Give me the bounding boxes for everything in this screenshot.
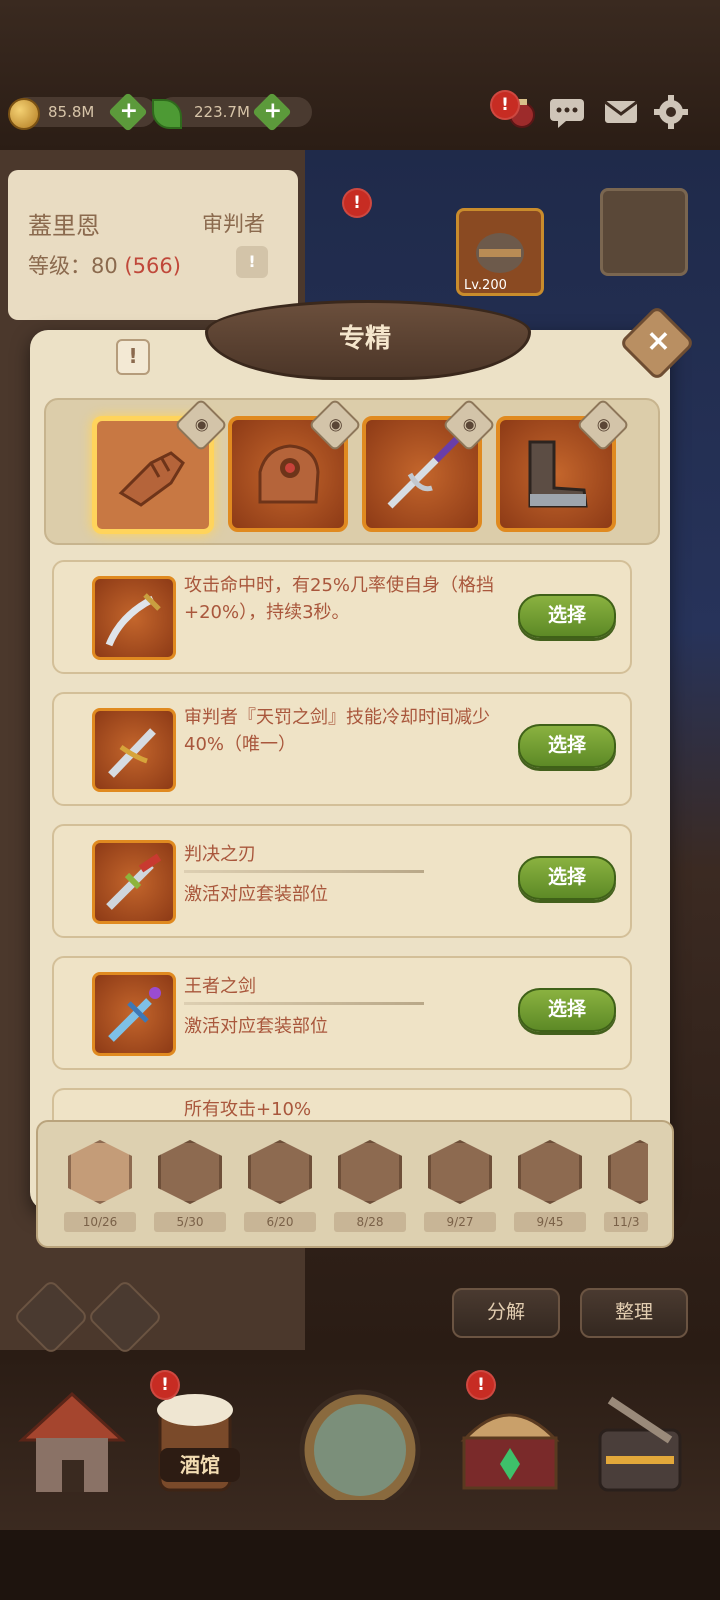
sword-icon xyxy=(68,1140,132,1204)
option-text-4: 王者之剑 xyxy=(184,976,256,997)
category-count-7: 11/3 xyxy=(604,1212,648,1232)
helmet-icon xyxy=(518,1140,582,1204)
system-bar xyxy=(0,1530,720,1600)
category-shield[interactable] xyxy=(338,1140,402,1206)
option-text-1: 攻击命中时，有25%几率使自身（格挡+20%），持续3秒。 xyxy=(184,575,495,623)
shield-icon xyxy=(338,1140,402,1204)
decompose-button[interactable]: 分解 xyxy=(452,1288,560,1338)
glove-icon xyxy=(258,444,320,504)
nav-forge[interactable] xyxy=(580,1380,700,1500)
divider-line xyxy=(184,1002,424,1005)
category-ring[interactable] xyxy=(608,1140,648,1206)
eye-icon: ◉ xyxy=(194,414,209,434)
eye-icon: ◉ xyxy=(596,414,611,434)
gold-coin-icon xyxy=(8,98,40,130)
category-dagger[interactable] xyxy=(248,1140,312,1206)
drumstick-icon xyxy=(158,1140,222,1204)
select-button-1[interactable]: 选择 xyxy=(518,594,616,638)
gold-value: 85.8M xyxy=(48,103,95,121)
divider-line xyxy=(184,870,424,873)
chat-icon[interactable] xyxy=(548,95,586,129)
option-text-2: 审判者『天罚之剑』技能冷却时间减少40%（唯一） xyxy=(184,707,490,755)
option-text-3: 判决之刃 xyxy=(184,844,256,865)
dagger-icon xyxy=(248,1140,312,1204)
category-helmet[interactable] xyxy=(518,1140,582,1206)
house-icon xyxy=(18,1391,126,1492)
close-icon: × xyxy=(645,323,671,359)
category-count-5: 9/27 xyxy=(424,1212,496,1232)
option-icon-2 xyxy=(92,708,176,792)
option-sub-3: 激活对应套装部位 xyxy=(184,884,328,905)
kings-sword-icon xyxy=(108,987,161,1042)
alert-badge: ! xyxy=(490,90,520,120)
option-icon-1 xyxy=(92,576,176,660)
option-icon-3 xyxy=(92,840,176,924)
nav-tavern-label: 酒馆 xyxy=(160,1448,240,1482)
select-button-3[interactable]: 选择 xyxy=(518,856,616,900)
organize-button[interactable]: 整理 xyxy=(580,1288,688,1338)
tavern-alert-badge: ! xyxy=(150,1370,180,1400)
hero-level-label: 等级：80 (566) xyxy=(28,254,181,278)
knife-icon xyxy=(108,728,156,778)
nav-house[interactable] xyxy=(12,1380,132,1500)
info-button[interactable]: ! xyxy=(116,339,150,375)
equip-level: Lv.200 xyxy=(464,278,507,293)
book-icon xyxy=(428,1140,492,1204)
judgment-blade-icon xyxy=(106,853,162,910)
category-count-6: 9/45 xyxy=(514,1212,586,1232)
scimitar-icon xyxy=(105,593,161,647)
gauntlet-icon xyxy=(118,451,185,507)
slot-alert-badge: ! xyxy=(342,188,372,218)
mail-icon[interactable] xyxy=(602,95,640,129)
category-sword[interactable] xyxy=(68,1140,132,1206)
category-drumstick[interactable] xyxy=(158,1140,222,1206)
select-button-4[interactable]: 选择 xyxy=(518,988,616,1032)
option-sub-4: 激活对应套装部位 xyxy=(184,1016,328,1037)
chest-icon xyxy=(460,1413,560,1490)
hero-class: 审判者 xyxy=(202,212,265,236)
nav-chest[interactable] xyxy=(450,1380,570,1500)
forge-icon xyxy=(598,1396,682,1492)
hero-info-button[interactable]: ! xyxy=(236,246,268,278)
nav-portal[interactable] xyxy=(290,1380,430,1511)
sword-icon xyxy=(387,435,461,509)
category-count-1: 10/26 xyxy=(64,1212,136,1232)
dialog-title: 专精 xyxy=(338,324,391,354)
hero-name: 蓋里恩 xyxy=(28,212,100,240)
portal-icon xyxy=(299,1389,421,1511)
hero-level: 80 xyxy=(91,254,118,278)
category-count-2: 5/30 xyxy=(154,1212,226,1232)
chest-alert-badge: ! xyxy=(466,1370,496,1400)
select-button-2[interactable]: 选择 xyxy=(518,724,616,768)
eye-icon: ◉ xyxy=(462,414,477,434)
gem-value: 223.7M xyxy=(194,103,250,121)
empty-equip-slot[interactable] xyxy=(600,188,688,276)
eye-icon: ◉ xyxy=(328,414,343,434)
option-text-5: 所有攻击+10% xyxy=(184,1099,312,1118)
ring-icon xyxy=(608,1140,648,1204)
category-book[interactable] xyxy=(428,1140,492,1206)
hero-info-card xyxy=(8,170,298,320)
category-count-4: 8/28 xyxy=(334,1212,406,1232)
category-count-3: 6/20 xyxy=(244,1212,316,1232)
option-icon-4 xyxy=(92,972,176,1056)
hero-power: (566) xyxy=(124,254,181,278)
boots-icon xyxy=(528,440,588,508)
gear-icon[interactable] xyxy=(652,95,690,129)
